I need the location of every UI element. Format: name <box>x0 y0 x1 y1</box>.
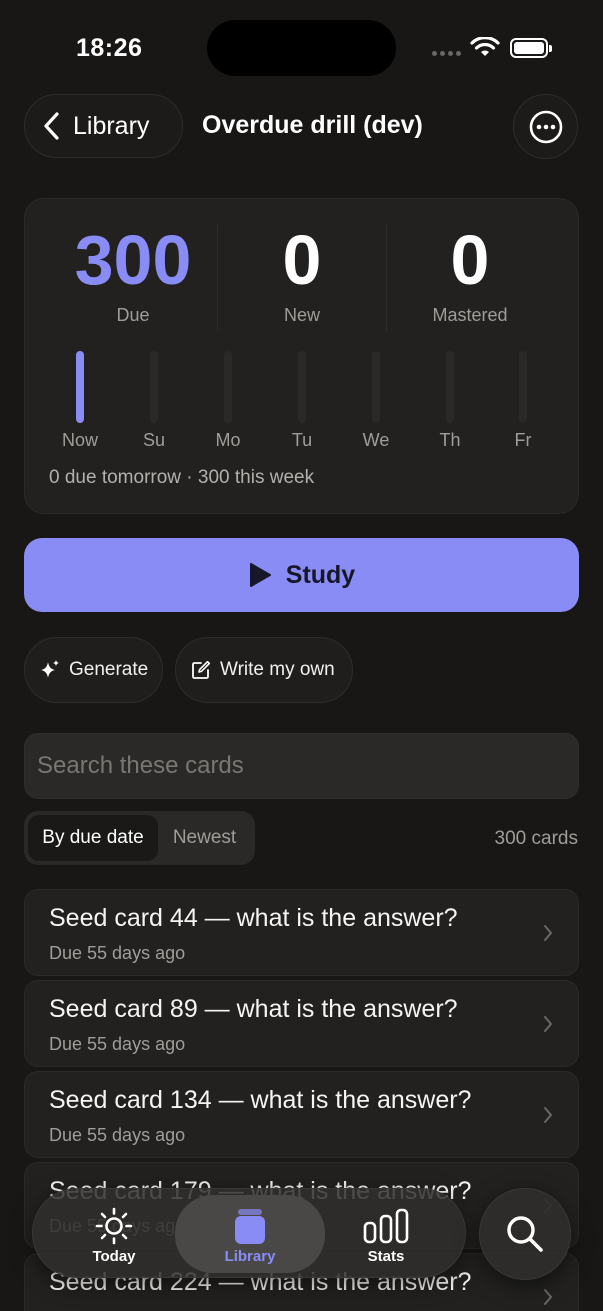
chevron-right-icon <box>544 1016 552 1032</box>
day-label: Su <box>142 430 166 450</box>
due-label: Due <box>116 305 150 325</box>
bottom-tab-bar: Today Library Stats <box>32 1188 466 1278</box>
sort-segmented-control: By due date Newest <box>24 811 255 865</box>
day-label: Th <box>439 430 461 450</box>
library-icon <box>235 1209 265 1244</box>
sparkles-icon <box>41 660 59 678</box>
back-button-label: Library <box>73 111 150 140</box>
sun-icon <box>95 1207 133 1245</box>
search-cards-input[interactable] <box>24 733 579 799</box>
write-my-own-button[interactable]: Write my own <box>175 637 353 703</box>
chevron-right-icon <box>544 925 552 941</box>
day-bar-track <box>224 351 232 423</box>
card-question: Seed card 89 — what is the answer? <box>49 995 458 1023</box>
sort-by-due-date[interactable]: By due date <box>28 815 158 861</box>
wifi-icon <box>470 37 500 56</box>
week-summary: 0 due tomorrow · 300 this week <box>49 467 315 488</box>
new-stat: 0 New <box>217 221 387 326</box>
day-bar-track <box>298 351 306 423</box>
battery-icon <box>510 38 552 58</box>
chevron-right-icon <box>544 1289 552 1305</box>
card-question: Seed card 44 — what is the answer? <box>49 904 458 932</box>
cellular-signal-icon <box>432 51 461 56</box>
back-button[interactable]: Library <box>24 94 183 158</box>
tab-stats[interactable]: Stats <box>330 1195 442 1273</box>
new-label: New <box>283 305 320 325</box>
day-label: Mo <box>215 430 241 450</box>
tab-stats-label: Stats <box>367 1248 405 1265</box>
day-bar-fill <box>76 351 84 423</box>
mastered-stat: 0 Mastered <box>385 221 555 326</box>
study-button[interactable]: Study <box>24 538 579 612</box>
day-label: Fr <box>514 430 532 450</box>
card-count: 300 cards <box>494 828 578 849</box>
ellipsis-circle-icon <box>529 110 562 143</box>
card-list-item[interactable]: Seed card 134 — what is the answer? Due 5… <box>24 1071 579 1158</box>
tab-library[interactable]: Library <box>175 1195 325 1273</box>
day-label: Now <box>61 430 98 450</box>
day-label: Tu <box>291 430 313 450</box>
tab-today-label: Today <box>92 1248 136 1265</box>
day-label: We <box>362 430 390 450</box>
due-stat: 300 Due <box>48 221 218 326</box>
stats-card: 300 Due 0 New 0 Mastered Now Su Mo Tu We Th Fr… <box>24 198 579 514</box>
page-title: Overdue drill (dev) <box>202 111 423 139</box>
day-bar-track <box>446 351 454 423</box>
more-options-button[interactable] <box>513 94 578 159</box>
day-bar-track <box>519 351 527 423</box>
mastered-label: Mastered <box>432 305 508 325</box>
write-my-own-button-label: Write my own <box>220 659 335 680</box>
card-list-item[interactable]: Seed card 44 — what is the answer? Due 55… <box>24 889 579 976</box>
chevron-right-icon <box>544 1107 552 1123</box>
card-due-date: Due 55 days ago <box>49 1125 186 1145</box>
bar-chart-icon <box>363 1208 409 1244</box>
dynamic-island <box>207 20 396 76</box>
tab-today[interactable]: Today <box>58 1195 170 1273</box>
card-due-date: Due 55 days ago <box>49 1034 186 1054</box>
edit-icon <box>192 660 211 679</box>
day-bar-track <box>372 351 380 423</box>
sort-newest[interactable]: Newest <box>158 815 251 861</box>
chevron-left-icon <box>44 112 59 140</box>
play-icon <box>249 563 271 587</box>
card-due-date: Due 55 days ago <box>49 943 186 963</box>
card-list-item[interactable]: Seed card 89 — what is the answer? Due 55… <box>24 980 579 1067</box>
search-icon <box>507 1216 543 1252</box>
study-button-label: Study <box>285 560 356 589</box>
day-bar-track <box>76 351 84 423</box>
status-time: 18:26 <box>76 34 143 62</box>
due-count: 300 <box>74 221 192 299</box>
mastered-count: 0 <box>450 221 490 299</box>
search-button[interactable] <box>479 1188 571 1280</box>
generate-button-label: Generate <box>69 659 149 680</box>
generate-button[interactable]: Generate <box>24 637 163 703</box>
tab-library-label: Library <box>224 1248 276 1265</box>
new-count: 0 <box>282 221 322 299</box>
card-question: Seed card 134 — what is the answer? <box>49 1086 472 1114</box>
status-bar: 18:26 <box>0 0 603 96</box>
day-bar-track <box>150 351 158 423</box>
